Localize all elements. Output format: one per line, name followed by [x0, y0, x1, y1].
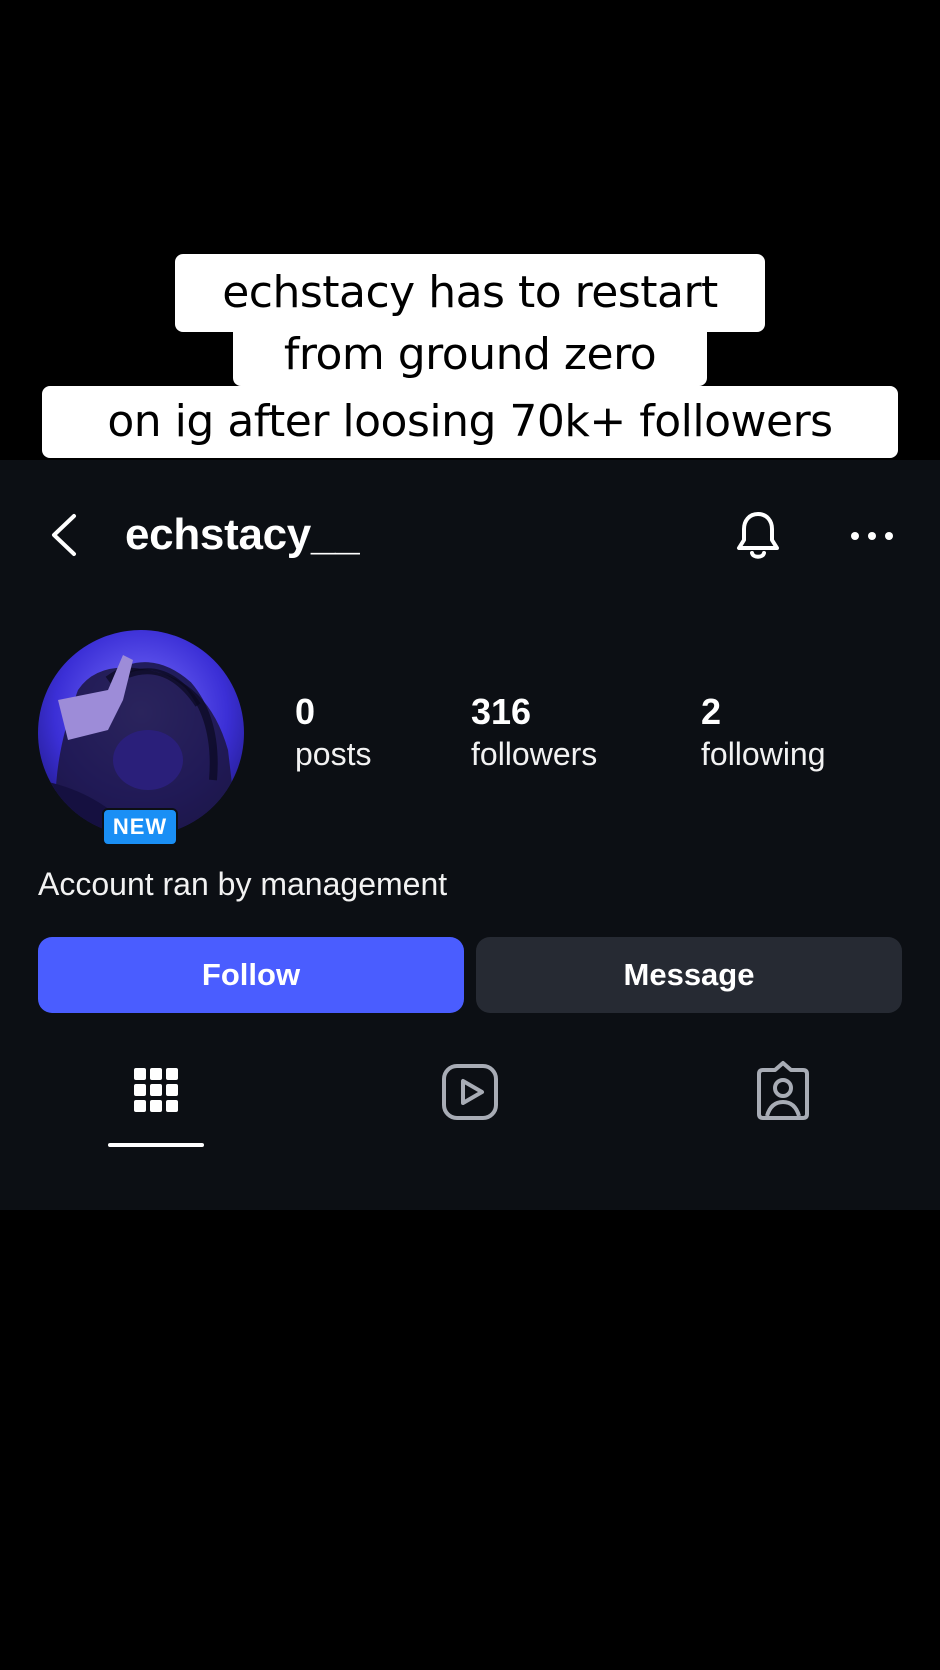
grid-icon [134, 1068, 178, 1112]
profile-screen: echstacy__ NEW 0 posts 316 followers 2 f… [0, 460, 940, 1210]
stat-following-label: following [701, 736, 826, 772]
caption-line-2: from ground zero [233, 324, 707, 386]
chevron-left-icon [52, 514, 76, 556]
stat-following[interactable]: 2 following [701, 692, 826, 776]
message-button[interactable]: Message [476, 937, 902, 1013]
caption-line-3: on ig after loosing 70k+ followers [42, 386, 898, 458]
bell-icon [737, 512, 779, 559]
profile-header: echstacy__ [0, 500, 940, 570]
video-caption: echstacy has to restart from ground zero… [0, 0, 940, 460]
stat-following-count: 2 [701, 691, 722, 732]
caption-line-1: echstacy has to restart [175, 254, 765, 332]
stat-followers-label: followers [471, 736, 598, 772]
tab-posts-grid[interactable] [124, 1060, 188, 1124]
back-button[interactable] [44, 512, 90, 558]
reels-icon [442, 1064, 498, 1120]
stat-posts: 0 posts [295, 692, 371, 776]
notifications-button[interactable] [730, 508, 786, 564]
active-tab-indicator [108, 1143, 204, 1147]
tab-reels[interactable] [438, 1060, 502, 1124]
avatar[interactable] [38, 630, 244, 836]
follow-button[interactable]: Follow [38, 937, 464, 1013]
stat-posts-count: 0 [295, 691, 316, 732]
new-badge: NEW [102, 808, 178, 846]
stat-followers[interactable]: 316 followers [471, 692, 597, 776]
profile-bio: Account ran by management [38, 866, 448, 902]
profile-username: echstacy__ [125, 510, 360, 559]
profile-avatar-area: NEW [38, 630, 244, 846]
tab-tagged[interactable] [751, 1060, 815, 1124]
tagged-icon [757, 1061, 809, 1120]
more-horizontal-icon [851, 532, 893, 540]
more-options-button[interactable] [848, 516, 898, 556]
stat-followers-count: 316 [471, 691, 532, 732]
stat-posts-label: posts [295, 736, 372, 772]
